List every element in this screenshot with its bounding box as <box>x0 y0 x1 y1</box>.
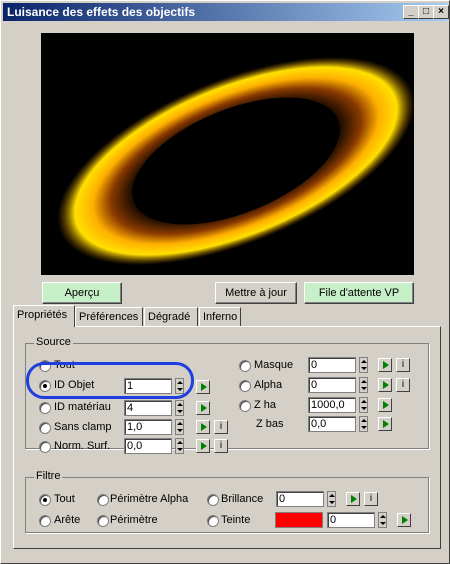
z-low-field[interactable]: 0,0 <box>308 416 356 432</box>
radio-filter-all[interactable] <box>39 494 51 506</box>
label-edge: Arête <box>54 514 81 526</box>
label-no-clamp: Sans clamp <box>54 421 112 433</box>
mask-stepper[interactable] <box>359 357 368 373</box>
glow-window: Luisance des effets des objectifs _ □ × … <box>0 0 450 564</box>
surface-normal-field[interactable]: 0,0 <box>124 438 172 454</box>
source-title: Source <box>34 336 73 348</box>
brightness-stepper[interactable] <box>327 491 336 507</box>
radio-alpha-perimeter[interactable] <box>97 494 109 506</box>
label-z-high: Z ha <box>254 399 277 411</box>
alpha-play-icon[interactable] <box>378 378 392 392</box>
window-title: Luisance des effets des objectifs <box>7 5 196 19</box>
alpha-stepper[interactable] <box>359 377 368 393</box>
brightness-field[interactable]: 0 <box>276 491 324 507</box>
vp-queue-button[interactable]: File d'attente VP <box>304 282 414 304</box>
preview-button[interactable]: Aperçu <box>42 282 122 304</box>
mask-field[interactable]: 0 <box>308 357 356 373</box>
radio-material-id[interactable] <box>39 402 51 414</box>
label-tint: Teinte <box>221 514 251 526</box>
label-alpha-perimeter: Périmètre Alpha <box>110 493 189 505</box>
tab-properties[interactable]: Propriétés <box>13 305 75 327</box>
surface-normal-stepper[interactable] <box>175 438 184 454</box>
label-filter-all: Tout <box>54 493 75 505</box>
surface-normal-play-icon[interactable] <box>196 439 210 453</box>
z-low-play-icon[interactable] <box>378 417 392 431</box>
tint-color-swatch[interactable] <box>275 512 323 528</box>
minimize-button[interactable]: _ <box>403 5 419 19</box>
mask-play-icon[interactable] <box>378 358 392 372</box>
label-perimeter: Périmètre <box>110 514 158 526</box>
close-button[interactable]: × <box>433 5 449 19</box>
brightness-play-icon[interactable] <box>346 492 360 506</box>
radio-mask[interactable] <box>239 360 251 372</box>
title-bar[interactable]: Luisance des effets des objectifs _ □ × <box>3 3 449 21</box>
brightness-info-button[interactable]: i <box>364 492 378 506</box>
no-clamp-stepper[interactable] <box>175 419 184 435</box>
tab-inferno[interactable]: Inferno <box>199 307 241 326</box>
z-high-play-icon[interactable] <box>378 398 392 412</box>
label-mask: Masque <box>254 359 294 371</box>
radio-edge[interactable] <box>39 515 51 527</box>
alpha-field[interactable]: 0 <box>308 377 356 393</box>
label-surface-normal: Norm. Surf. <box>54 440 111 452</box>
radio-surface-normal[interactable] <box>39 441 51 453</box>
tint-play-icon[interactable] <box>397 513 411 527</box>
radio-brightness[interactable] <box>207 494 219 506</box>
radio-alpha[interactable] <box>239 380 251 392</box>
radio-perimeter[interactable] <box>97 515 109 527</box>
z-high-field[interactable]: 1000,0 <box>308 397 356 413</box>
tint-stepper[interactable] <box>378 512 387 528</box>
object-id-play-icon[interactable] <box>196 380 210 394</box>
tab-gradient[interactable]: Dégradé <box>144 307 198 326</box>
tab-preferences[interactable]: Préférences <box>75 307 143 326</box>
material-id-field[interactable]: 4 <box>124 400 172 416</box>
filter-title: Filtre <box>34 470 63 482</box>
label-z-low: Z bas <box>256 418 284 430</box>
label-brightness: Brillance <box>221 493 264 505</box>
z-high-stepper[interactable] <box>359 397 368 413</box>
maximize-button[interactable]: □ <box>418 5 434 19</box>
z-low-stepper[interactable] <box>359 416 368 432</box>
no-clamp-play-icon[interactable] <box>196 420 210 434</box>
alpha-info-button[interactable]: i <box>396 378 410 392</box>
tint-field[interactable]: 0 <box>327 512 375 528</box>
no-clamp-info-button[interactable]: i <box>214 420 228 434</box>
material-id-play-icon[interactable] <box>196 401 210 415</box>
glow-ring-image <box>57 56 414 266</box>
update-button[interactable]: Mettre à jour <box>215 282 297 304</box>
label-alpha: Alpha <box>254 379 283 391</box>
radio-no-clamp[interactable] <box>39 422 51 434</box>
label-material-id: ID matériau <box>54 401 111 413</box>
surface-normal-info-button[interactable]: i <box>214 439 228 453</box>
mask-info-button[interactable]: i <box>396 358 410 372</box>
preview-canvas <box>41 33 414 275</box>
material-id-stepper[interactable] <box>175 400 184 416</box>
radio-z-high[interactable] <box>239 400 251 412</box>
radio-tint[interactable] <box>207 515 219 527</box>
no-clamp-field[interactable]: 1,0 <box>124 419 172 435</box>
highlight-annotation <box>26 362 194 399</box>
